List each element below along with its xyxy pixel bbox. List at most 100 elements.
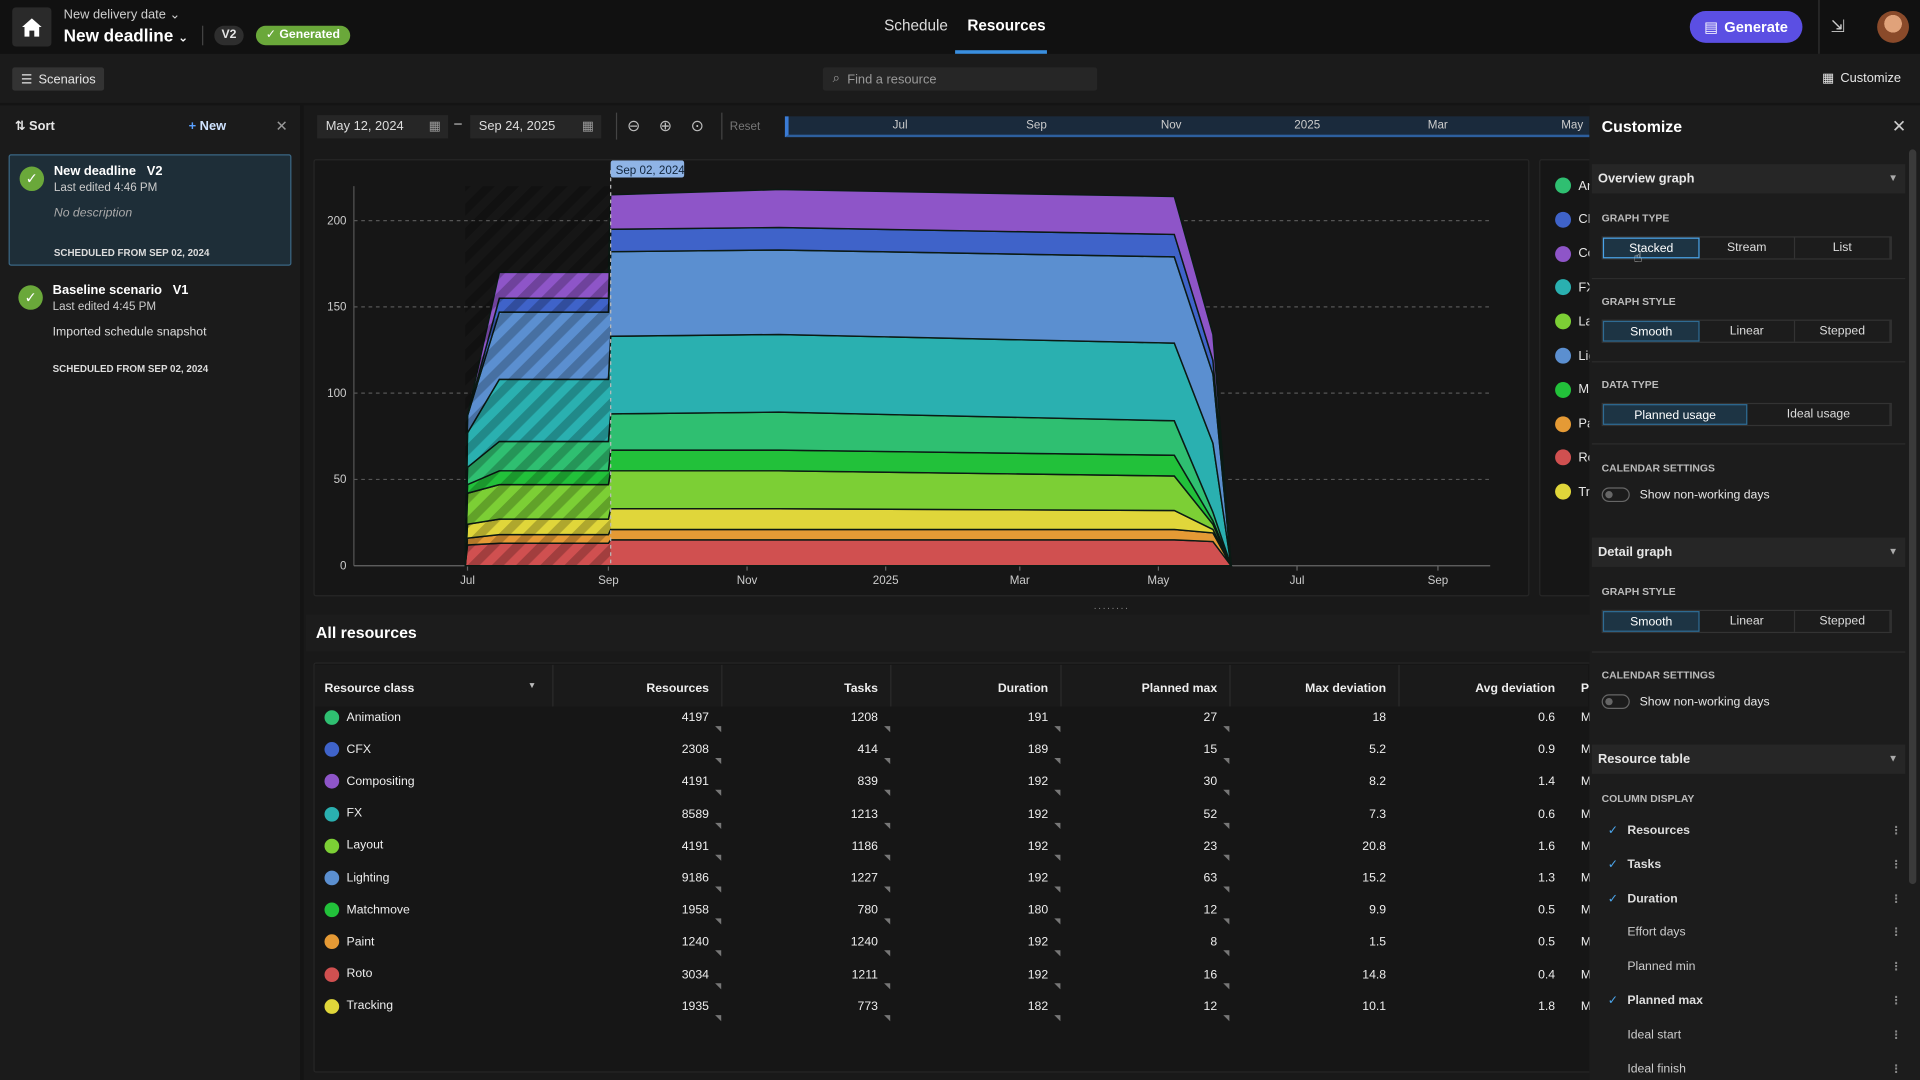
timeline-scrubber[interactable]: Jul Sep Nov 2025 Mar May [784,116,1590,138]
timeline-label: Jul [892,118,908,133]
drag-handle-icon[interactable]: ⋮ [1891,892,1902,905]
toggle-switch[interactable] [1601,694,1630,709]
cell-indicator-icon [884,886,891,893]
column-divider[interactable] [1060,664,1062,707]
column-divider[interactable] [1398,664,1400,707]
zoom-fit-icon[interactable]: ⊙ [691,116,704,136]
column-header[interactable]: Planned max [1070,682,1218,695]
close-icon[interactable]: ✕ [276,118,288,135]
end-date-input[interactable]: Sep 24, 2025 ▦ [470,115,602,139]
graph-style-smooth[interactable]: Smooth [1602,320,1700,342]
data-type-planned[interactable]: Planned usage [1602,404,1748,425]
table-cell: 192 [1027,807,1049,822]
column-header[interactable]: Tasks [731,682,878,695]
stacked-area-chart[interactable]: 0 50 100 150 200 Jul Sep Nov 2025 Mar May Jul Sep Sep… [315,160,1531,597]
reset-button[interactable]: Reset [730,120,760,133]
cell-indicator-icon [715,790,722,797]
column-toggle-item[interactable]: Ideal start ⋮ [1608,1028,1902,1041]
sort-label: Sort [29,118,55,134]
column-divider[interactable] [890,664,892,707]
nonworking-days-toggle[interactable]: Show non-working days [1601,487,1770,503]
column-toggle-item[interactable]: Effort days ⋮ [1608,926,1902,939]
check-icon: ✓ [1607,892,1619,906]
column-divider[interactable] [1229,664,1231,707]
drag-handle-icon[interactable]: ⋮ [1891,926,1902,939]
resource-table-section[interactable]: Resource table ▼ [1591,744,1906,774]
drag-handle-icon[interactable]: ⋮ [1891,858,1902,871]
table-cell: 63 [1203,871,1218,886]
sort-button[interactable]: ⇅ Sort [15,119,55,134]
search-icon: ⌕ [832,71,840,86]
resource-color-dot [324,998,340,1014]
timeline-label: May [1561,118,1584,133]
timeline-label: Mar [1427,118,1448,133]
zoom-in-icon[interactable]: ⊕ [659,116,672,136]
scenarios-button[interactable]: ☰ Scenarios [12,67,105,91]
cell-indicator-icon [1054,1014,1061,1021]
graph-type-list[interactable]: List [1795,237,1891,259]
chevron-down-icon: ⌄ [169,7,181,23]
toggle-switch[interactable] [1601,487,1630,503]
column-header[interactable]: Resources [562,682,709,695]
drag-handle-icon[interactable]: ⋮ [1891,960,1902,973]
graph-style-linear[interactable]: Linear [1700,611,1796,632]
graph-style-stepped[interactable]: Stepped [1795,611,1891,632]
legend-swatch [1555,449,1572,466]
table-cell: 9186 [681,871,709,886]
drag-handle-icon[interactable]: ⋮ [1891,1062,1902,1075]
data-type-ideal[interactable]: Ideal usage [1747,404,1891,425]
drag-handle-icon[interactable]: ⋮ [1891,1028,1902,1041]
column-header[interactable]: Duration [901,682,1048,695]
column-toggle-item[interactable]: Ideal finish ⋮ [1608,1062,1902,1075]
column-divider[interactable] [721,664,723,707]
overview-graph-section[interactable]: Overview graph ▼ [1591,164,1906,194]
legend-swatch [1555,245,1572,262]
scenario-title: New deadline [63,25,174,46]
scrollbar[interactable] [1908,149,1917,885]
detail-graph-section[interactable]: Detail graph ▼ [1591,537,1906,567]
graph-type-stacked[interactable]: Stacked [1602,237,1700,259]
column-toggle-item[interactable]: ✓ Tasks ⋮ [1608,858,1902,871]
column-toggle-item[interactable]: ✓ Duration ⋮ [1608,892,1902,905]
avatar[interactable] [1877,11,1909,43]
tab-schedule[interactable]: Schedule [884,17,948,34]
graph-type-stream[interactable]: Stream [1700,237,1796,259]
start-date-input[interactable]: May 12, 2024 ▦ [317,115,449,139]
column-toggle-item[interactable]: ✓ Resources ⋮ [1608,824,1902,837]
drag-handle-icon[interactable]: ⋮ [1891,824,1902,837]
generate-button[interactable]: ▤ Generate [1689,11,1803,43]
new-scenario-button[interactable]: + New [189,119,227,134]
export-icon[interactable]: ⇲ [1831,16,1845,37]
column-toggle-item[interactable]: Planned min ⋮ [1608,960,1902,973]
scenario-card[interactable]: ✓ New deadline V2 Last edited 4:46 PM No… [8,154,292,266]
project-dropdown[interactable]: New delivery date ⌄ [64,7,181,22]
table-cell: 0.5 [1538,903,1556,918]
drag-handle-icon[interactable]: ⋮ [1891,994,1902,1007]
calendar-icon[interactable]: ▦ [582,115,594,138]
graph-style-linear[interactable]: Linear [1700,320,1796,342]
tab-resources[interactable]: Resources [967,17,1045,34]
customize-button[interactable]: ▦ Customize [1822,71,1901,86]
search-input[interactable]: ⌕ Find a resource [822,67,1098,91]
column-label: Planned max [1627,994,1703,1008]
column-header[interactable]: Avg deviation [1408,682,1555,695]
column-label: Tasks [1627,858,1662,872]
column-divider[interactable] [552,664,554,707]
cell-indicator-icon [884,918,891,925]
graph-style-stepped[interactable]: Stepped [1795,320,1891,342]
close-icon[interactable]: ✕ [1892,116,1906,137]
nonworking-days-toggle[interactable]: Show non-working days [1601,694,1770,709]
cell-indicator-icon [884,950,891,957]
column-toggle-item[interactable]: ✓ Planned max ⋮ [1608,994,1902,1007]
column-header[interactable]: Resource class ▼ [324,682,536,695]
zoom-out-icon[interactable]: ⊖ [627,116,640,136]
resize-handle[interactable]: ········ [1093,602,1129,613]
calendar-icon[interactable]: ▦ [429,115,441,138]
column-header[interactable]: Max deviation [1239,682,1386,695]
graph-style-smooth[interactable]: Smooth [1602,611,1700,632]
status-badge: ✓ Generated [255,25,350,46]
home-button[interactable] [12,7,52,47]
scenario-title: Baseline scenario V1 [52,282,189,298]
scenario-card[interactable]: ✓ Baseline scenario V1 Last edited 4:45 … [9,274,292,384]
scenario-dropdown[interactable]: New deadline ⌄ [64,26,189,46]
